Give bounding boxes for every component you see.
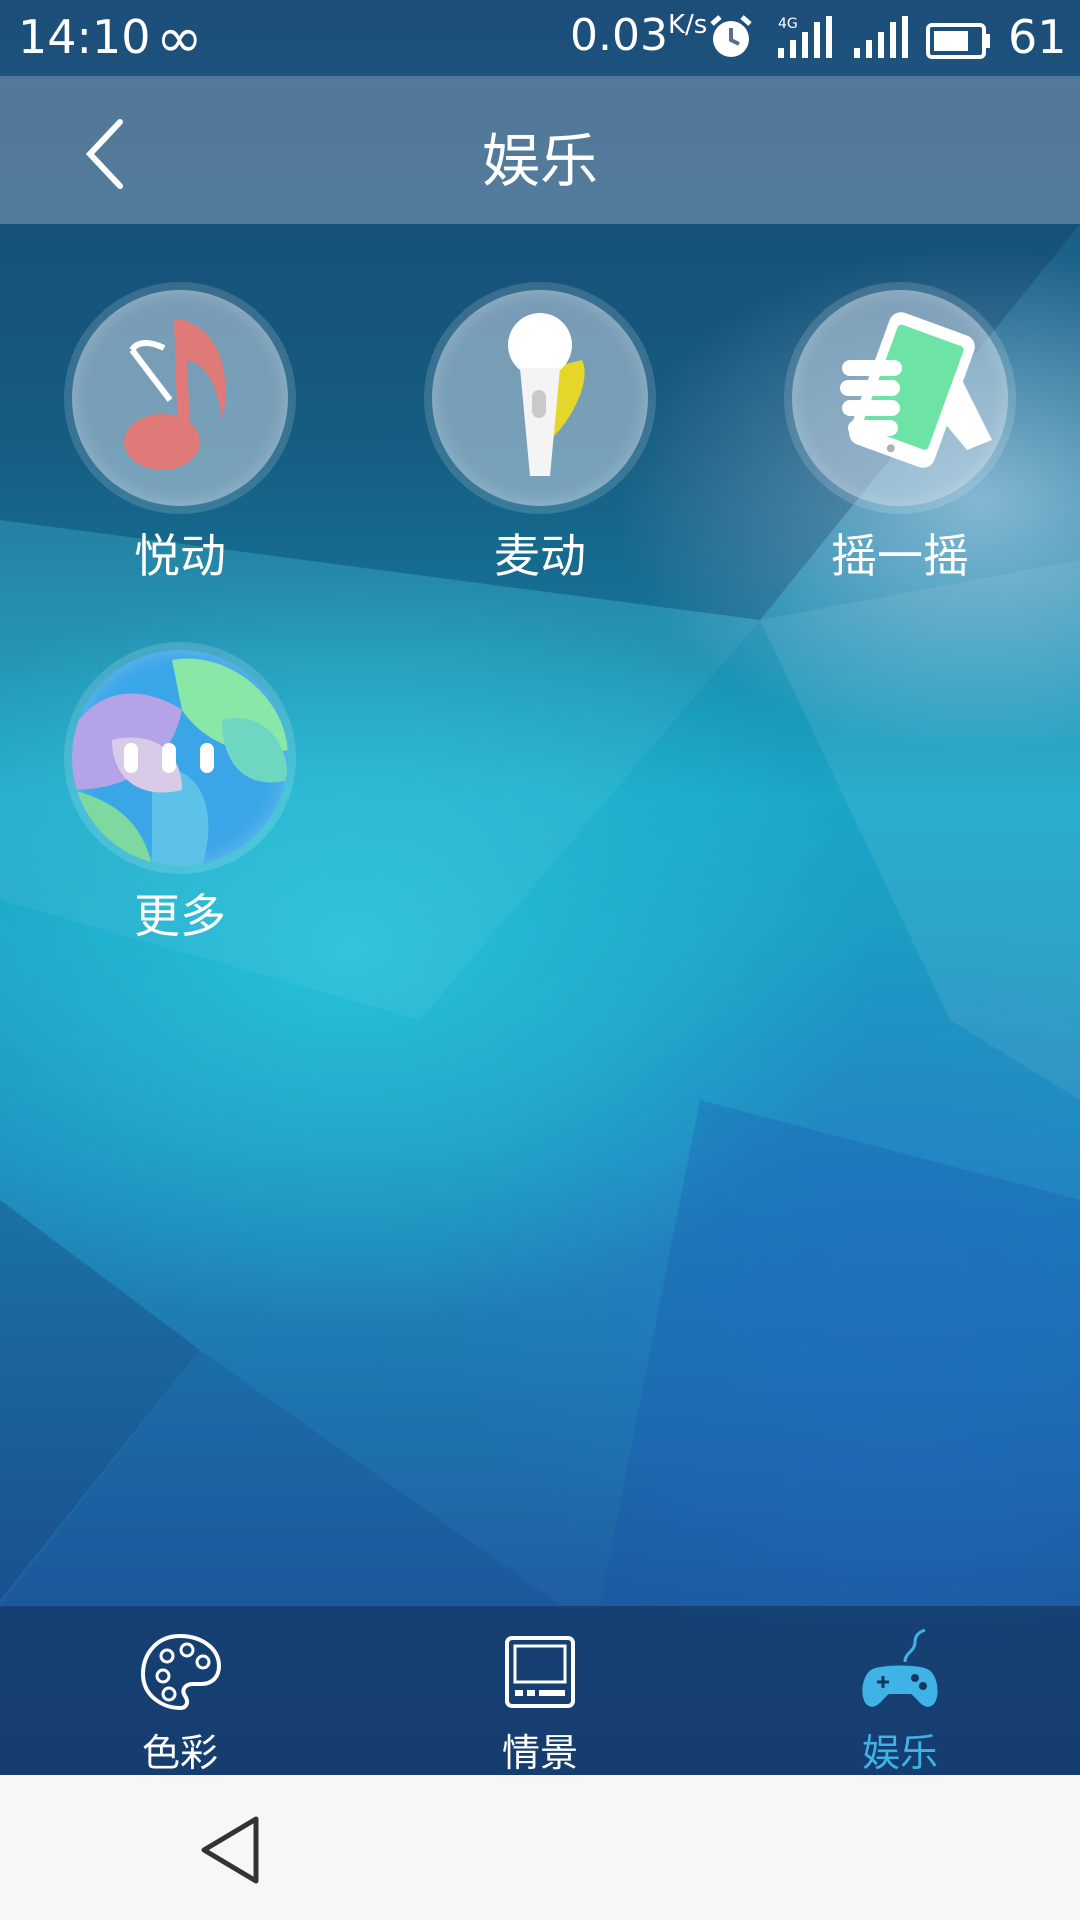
shake-phone-icon [792,290,1008,506]
tab-scene[interactable]: 情景 [440,1626,640,1777]
app-yuedong[interactable]: 悦动 [50,290,310,586]
status-time: 14:10 [18,10,151,64]
signal-icon [852,14,908,71]
app-label: 悦动 [134,529,226,583]
status-bar: 14:10 ∞ 0.03K/s 4G 61 [0,0,1080,76]
network-speed: 0.03K/s [570,10,708,61]
music-note-icon [72,290,288,506]
tab-label: 情景 [501,1731,578,1775]
app-header: 娱乐 [0,76,1080,224]
signal-4g-icon: 4G [776,14,832,71]
tab-entertainment[interactable]: 娱乐 [800,1626,1000,1777]
app-shake[interactable]: 摇一摇 [770,290,1030,586]
system-back-button[interactable] [198,1815,268,1885]
app-label: 麦动 [494,529,586,583]
battery-level: 61 [1008,10,1067,64]
page-title: 娱乐 [481,127,598,195]
gamepad-icon [862,1628,938,1707]
app-label: 更多 [134,889,226,943]
tab-label: 色彩 [141,1731,218,1775]
infinity-icon: ∞ [156,6,203,71]
app-more[interactable]: 更多 [50,650,310,946]
more-icon [72,650,288,866]
battery-icon [926,18,992,72]
scene-tablet-icon [505,1636,575,1708]
app-maidong[interactable]: 麦动 [410,290,670,586]
tab-color[interactable]: 色彩 [80,1626,280,1777]
tab-label: 娱乐 [861,1731,938,1775]
alarm-icon [706,12,756,73]
triangle-back-icon [201,1816,259,1884]
palette-icon [140,1633,222,1711]
app-label: 摇一摇 [831,529,969,583]
svg-text:4G: 4G [778,16,798,32]
microphone-icon [432,290,648,506]
system-nav-bar [0,1775,1080,1920]
bottom-nav: 色彩 情景 娱乐 [0,1605,1080,1776]
